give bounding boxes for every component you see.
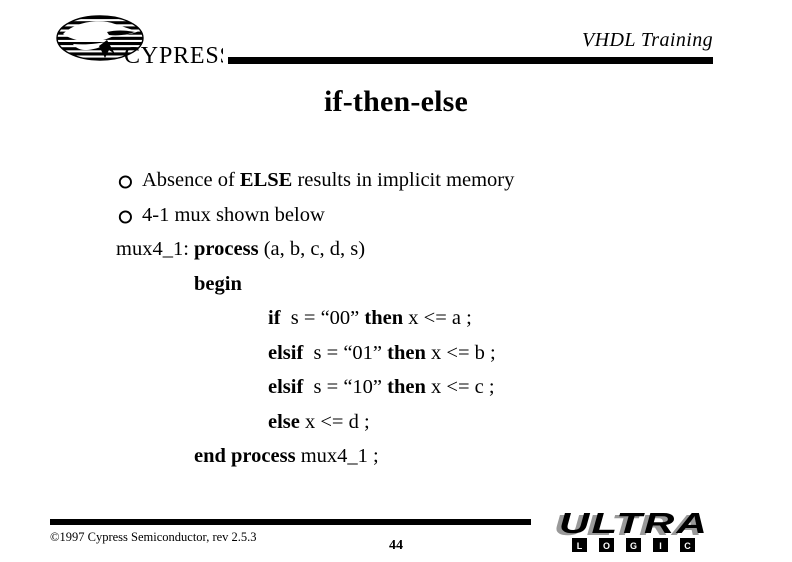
code-line: if s = “00” then x <= a ;	[116, 301, 736, 336]
header-divider-rule	[228, 57, 713, 64]
svg-text:CYPRESS: CYPRESS	[124, 43, 223, 69]
code-keyword: end process	[194, 445, 296, 467]
footer-divider-rule	[50, 519, 531, 525]
slide-body: Absence of ELSE results in implicit memo…	[116, 163, 736, 474]
code-keyword: then	[387, 341, 426, 364]
list-item: Absence of ELSE results in implicit memo…	[116, 163, 736, 198]
code-line: elsif s = “01” then x <= b ;	[116, 336, 736, 371]
code-text: s = “00”	[280, 307, 365, 329]
svg-text:O: O	[603, 541, 610, 551]
list-item-text: Absence of ELSE results in implicit memo…	[142, 169, 514, 191]
svg-text:I: I	[659, 541, 662, 551]
header-title: VHDL Training	[582, 29, 713, 51]
svg-text:G: G	[630, 541, 637, 551]
code-keyword: begin	[194, 272, 242, 295]
svg-text:L: L	[577, 541, 583, 551]
code-line: else x <= d ;	[116, 405, 736, 440]
code-text: x <= a ;	[403, 307, 472, 329]
code-keyword: else	[268, 410, 300, 433]
slide-canvas: CYPRESS VHDL Training if-then-else Absen…	[0, 0, 792, 562]
list-item-text: 4-1 mux shown below	[142, 203, 325, 226]
code-text: (a, b, c, d, s)	[258, 238, 366, 260]
cypress-logo: CYPRESS	[55, 14, 223, 70]
code-keyword: elsif	[268, 376, 304, 398]
code-text: s = “01”	[303, 341, 388, 364]
list-item-keyword: ELSE	[239, 169, 293, 191]
ultra-logic-logo: ULTRA ULTRA L O G I C	[552, 508, 724, 558]
code-text: x <= b ;	[425, 341, 496, 364]
code-keyword: process	[194, 238, 259, 260]
list-item-text-part: results in implicit memory	[292, 169, 515, 191]
code-keyword: if	[268, 307, 281, 329]
code-keyword: then	[364, 307, 404, 329]
code-text: x <= d ;	[299, 410, 370, 433]
code-text: mux4_1:	[116, 238, 195, 260]
list-item-text-part: Absence of	[142, 169, 240, 191]
code-line: elsif s = “10” then x <= c ;	[116, 370, 736, 405]
code-line: begin	[116, 267, 736, 302]
code-text: s = “10”	[303, 376, 388, 398]
list-item: 4-1 mux shown below	[116, 198, 736, 233]
code-keyword: then	[387, 376, 426, 398]
page-title: if-then-else	[323, 85, 469, 118]
code-text: x <= c ;	[425, 376, 495, 398]
code-line: end process mux4_1 ;	[116, 439, 736, 474]
svg-text:ULTRA: ULTRA	[559, 508, 709, 540]
svg-text:C: C	[684, 541, 691, 551]
code-keyword: elsif	[268, 341, 304, 364]
code-text: mux4_1 ;	[295, 445, 379, 467]
code-line: mux4_1: process (a, b, c, d, s)	[116, 232, 736, 267]
